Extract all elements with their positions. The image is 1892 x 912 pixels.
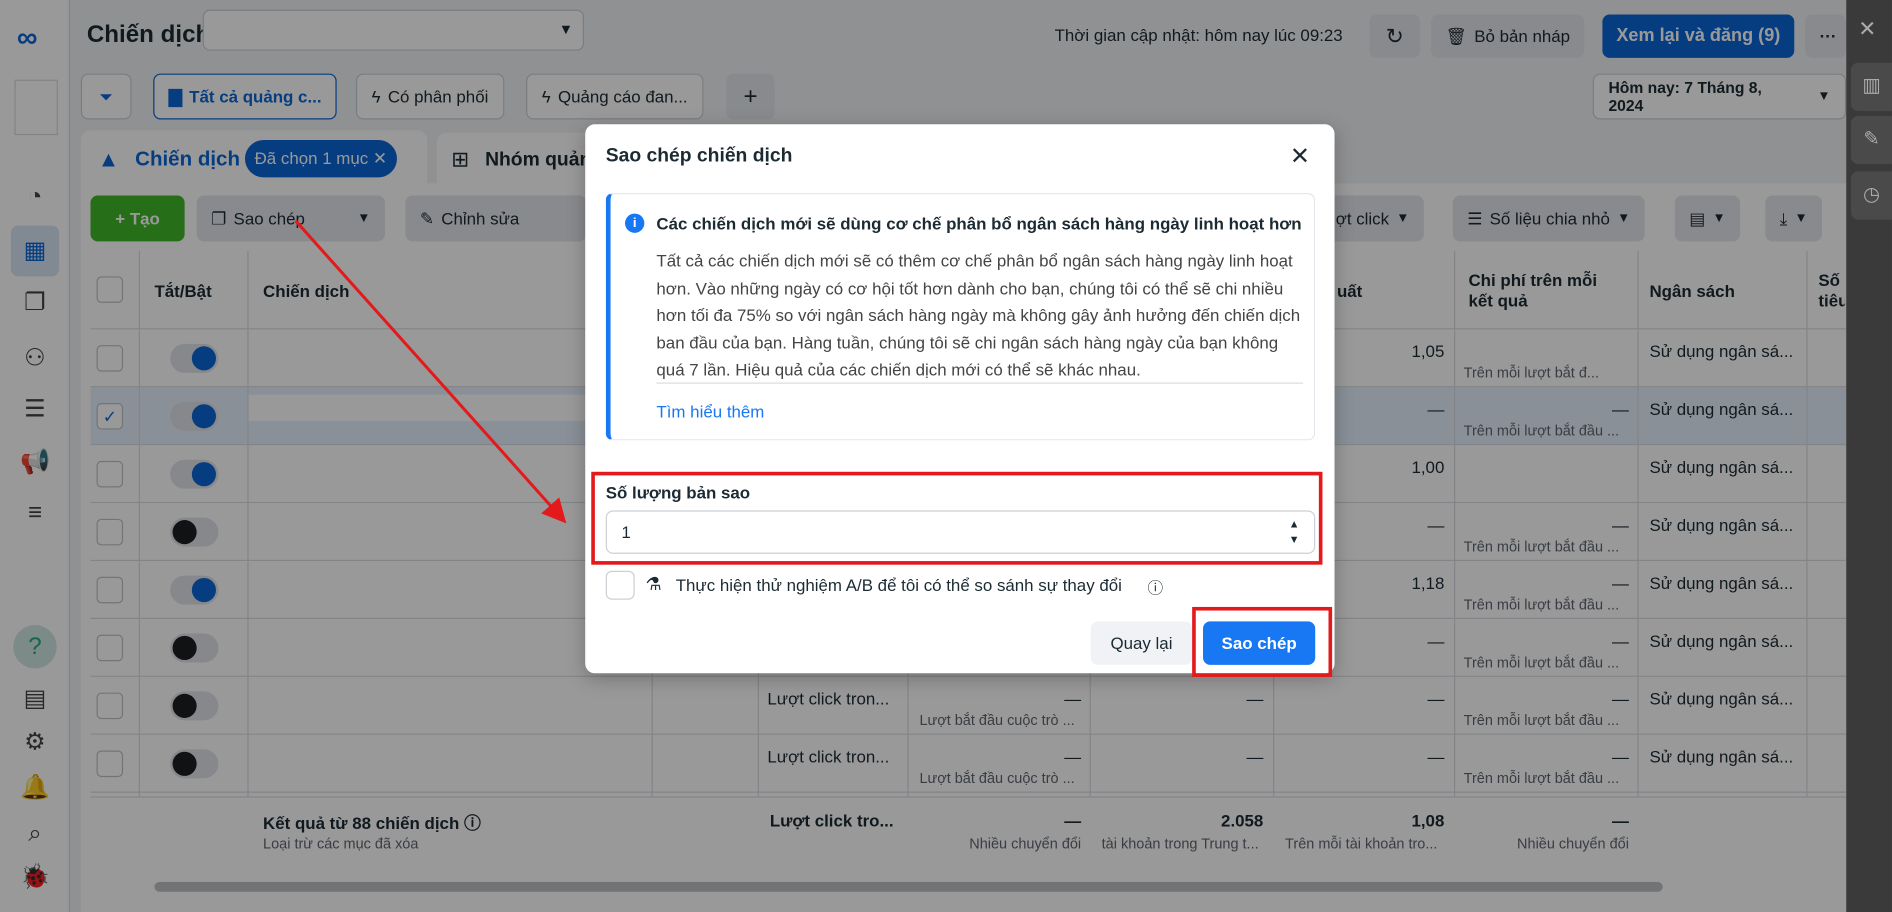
arrow-line: [294, 219, 567, 524]
ads-manager: ∞ ◔ ▦ ❐ ⚇ ☰ 📢 ≡ ? ▤ ⚙ 🔔 ⌕ 🐞 Chiến dịch ▼…: [0, 0, 1892, 912]
annotation-arrow: [294, 219, 567, 524]
